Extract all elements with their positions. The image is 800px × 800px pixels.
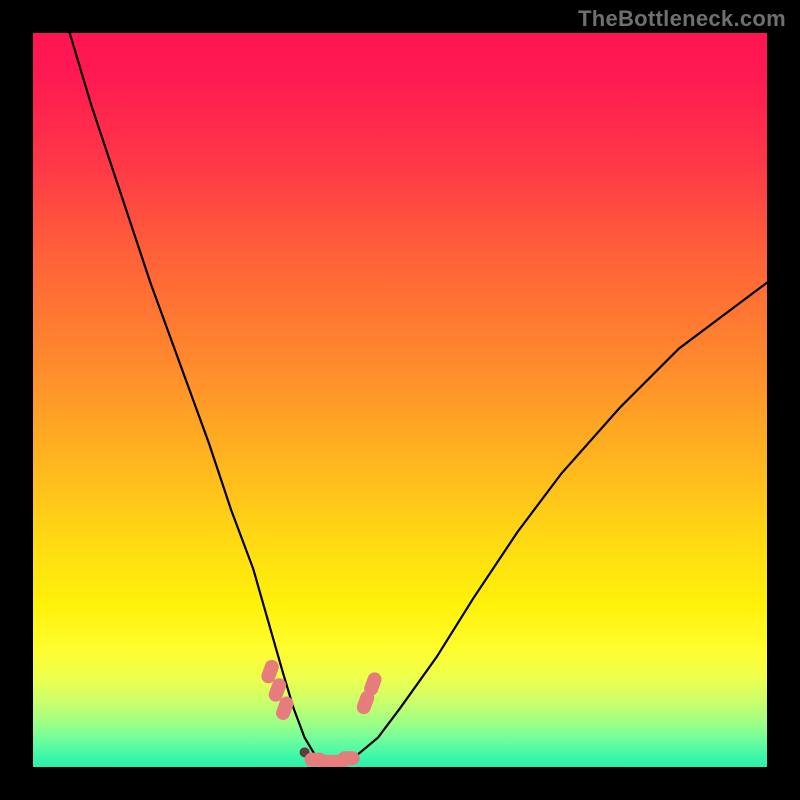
curve-marker	[338, 751, 360, 765]
watermark-text: TheBottleneck.com	[578, 6, 786, 32]
plot-area	[33, 33, 767, 767]
chart-frame: TheBottleneck.com	[0, 0, 800, 800]
curve-layer	[33, 33, 767, 767]
marker-layer	[259, 658, 383, 767]
bottleneck-curve	[70, 33, 767, 763]
